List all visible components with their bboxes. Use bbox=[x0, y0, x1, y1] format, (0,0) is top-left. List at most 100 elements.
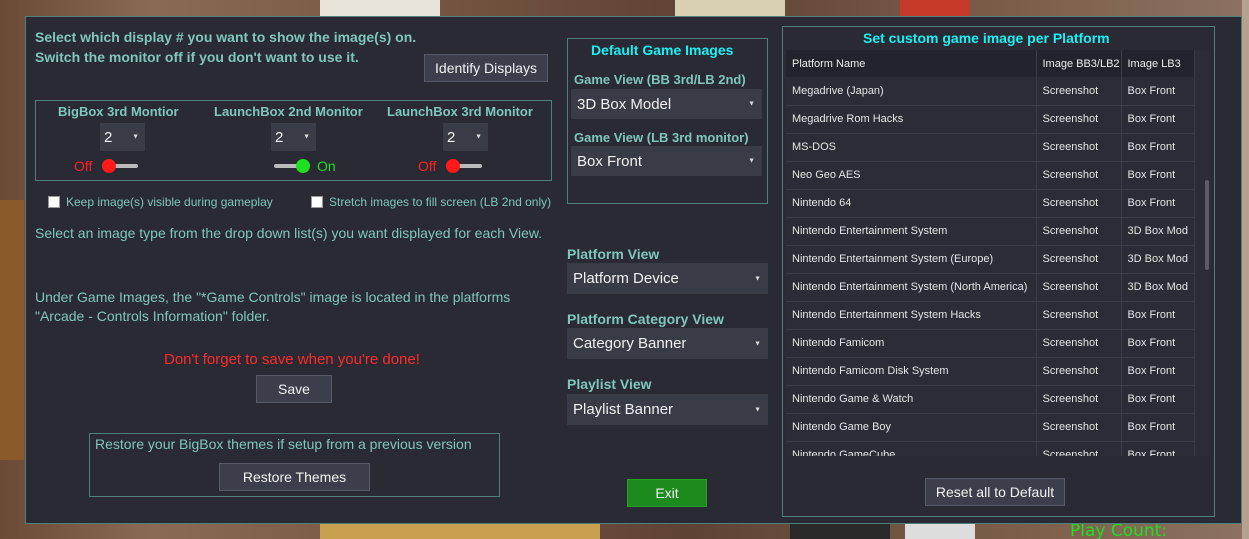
display-instruction-2: Switch the monitor off if you don't want… bbox=[35, 49, 359, 65]
save-button[interactable]: Save bbox=[256, 375, 332, 403]
image-lb3-cell[interactable]: Box Front bbox=[1121, 441, 1195, 456]
image-bb3-cell[interactable]: Screenshot bbox=[1036, 77, 1122, 106]
image-lb3-cell[interactable]: Box Front bbox=[1121, 189, 1195, 218]
platform-name-cell: Nintendo Famicom bbox=[786, 329, 1037, 358]
platform-name-cell: Nintendo Entertainment System (North Ame… bbox=[786, 273, 1037, 302]
monitor-state-label-off: Off bbox=[418, 158, 437, 174]
category-view-label: Platform Category View bbox=[567, 311, 724, 327]
identify-displays-button[interactable]: Identify Displays bbox=[424, 54, 548, 82]
platform-view-select[interactable]: Platform Device ▼ bbox=[567, 263, 768, 294]
keep-visible-label: Keep image(s) visible during gameplay bbox=[66, 195, 273, 209]
image-lb3-cell[interactable]: 3D Box Mod bbox=[1121, 273, 1195, 302]
game-controls-info: Under Game Images, the "*Game Controls" … bbox=[35, 289, 511, 324]
background-box-art-top bbox=[320, 0, 440, 16]
monitor-select-value: 2 bbox=[275, 128, 284, 146]
image-lb3-cell[interactable]: Box Front bbox=[1121, 385, 1195, 414]
default-game-images-title: Default Game Images bbox=[591, 42, 734, 58]
table-row[interactable]: Nintendo Game Boy Screenshot Box Front bbox=[786, 413, 1195, 442]
image-bb3-cell[interactable]: Screenshot bbox=[1036, 245, 1122, 274]
save-warning: Don't forget to save when you're done! bbox=[164, 351, 420, 368]
table-row[interactable]: Nintendo Entertainment System Hacks Scree… bbox=[786, 301, 1195, 330]
restore-label: Restore your BigBox themes if setup from… bbox=[95, 436, 472, 452]
image-lb3-cell[interactable]: 3D Box Mod bbox=[1121, 245, 1195, 274]
chevron-down-icon: ▼ bbox=[754, 340, 761, 347]
image-bb3-cell[interactable]: Screenshot bbox=[1036, 273, 1122, 302]
background-box-art-bottom bbox=[320, 524, 600, 539]
toggle-knob bbox=[446, 159, 460, 173]
image-lb3-cell[interactable]: Box Front bbox=[1121, 329, 1195, 358]
chevron-down-icon: ▼ bbox=[303, 133, 310, 141]
monitor-select-value: 2 bbox=[104, 128, 113, 146]
table-row[interactable]: Nintendo Entertainment System (North Ame… bbox=[786, 273, 1195, 302]
image-bb3-cell[interactable]: Screenshot bbox=[1036, 301, 1122, 330]
image-bb3-cell[interactable]: Screenshot bbox=[1036, 329, 1122, 358]
image-bb3-cell[interactable]: Screenshot bbox=[1036, 413, 1122, 442]
image-bb3-cell[interactable]: Screenshot bbox=[1036, 357, 1122, 386]
restore-themes-button[interactable]: Restore Themes bbox=[219, 463, 370, 491]
background-box-art-left bbox=[0, 200, 24, 460]
game-view-bb-select[interactable]: 3D Box Model ▼ bbox=[571, 89, 762, 119]
image-bb3-cell[interactable]: Screenshot bbox=[1036, 133, 1122, 162]
platform-name-cell: Megadrive (Japan) bbox=[786, 77, 1037, 106]
table-row[interactable]: Nintendo Game & Watch Screenshot Box Front bbox=[786, 385, 1195, 414]
monitor-select-launchbox-3rd[interactable]: 2 ▼ bbox=[443, 123, 488, 151]
chevron-down-icon: ▼ bbox=[754, 275, 761, 282]
keep-visible-checkbox[interactable] bbox=[48, 196, 60, 208]
monitor-toggle-launchbox-2nd[interactable] bbox=[274, 159, 310, 173]
column-header-image-bb3[interactable]: Image BB3/LB2 bbox=[1036, 50, 1122, 77]
image-lb3-cell[interactable]: Box Front bbox=[1121, 301, 1195, 330]
grid-scrollbar-thumb[interactable] bbox=[1205, 180, 1209, 270]
background-box-art-bottom2 bbox=[790, 524, 890, 539]
game-view-lb-select[interactable]: Box Front ▼ bbox=[571, 146, 762, 176]
image-bb3-cell[interactable]: Screenshot bbox=[1036, 217, 1122, 246]
stretch-images-checkbox[interactable] bbox=[311, 196, 323, 208]
toggle-knob bbox=[296, 159, 310, 173]
image-lb3-cell[interactable]: Box Front bbox=[1121, 161, 1195, 190]
grid-scrollbar[interactable] bbox=[1203, 50, 1211, 456]
table-row[interactable]: Megadrive (Japan) Screenshot Box Front bbox=[786, 77, 1195, 106]
platform-view-value: Platform Device bbox=[573, 270, 679, 287]
table-row[interactable]: Nintendo GameCube Screenshot Box Front bbox=[786, 441, 1195, 456]
image-lb3-cell[interactable]: Box Front bbox=[1121, 413, 1195, 442]
image-bb3-cell[interactable]: Screenshot bbox=[1036, 441, 1122, 456]
image-bb3-cell[interactable]: Screenshot bbox=[1036, 161, 1122, 190]
game-view-lb-value: Box Front bbox=[577, 152, 643, 170]
table-row[interactable]: Neo Geo AES Screenshot Box Front bbox=[786, 161, 1195, 190]
table-row[interactable]: MS-DOS Screenshot Box Front bbox=[786, 133, 1195, 162]
monitor-toggle-launchbox-3rd[interactable] bbox=[446, 159, 482, 173]
image-lb3-cell[interactable]: 3D Box Mod bbox=[1121, 217, 1195, 246]
monitor-state-label-on: On bbox=[317, 158, 336, 174]
monitor-select-launchbox-2nd[interactable]: 2 ▼ bbox=[271, 123, 316, 151]
reset-all-button[interactable]: Reset all to Default bbox=[925, 478, 1065, 506]
table-row[interactable]: Megadrive Rom Hacks Screenshot Box Front bbox=[786, 105, 1195, 134]
platform-name-cell: Nintendo 64 bbox=[786, 189, 1037, 218]
background-box-art-right bbox=[1242, 0, 1249, 539]
image-bb3-cell[interactable]: Screenshot bbox=[1036, 105, 1122, 134]
image-lb3-cell[interactable]: Box Front bbox=[1121, 77, 1195, 106]
default-game-images-group bbox=[567, 38, 768, 204]
image-lb3-cell[interactable]: Box Front bbox=[1121, 133, 1195, 162]
image-bb3-cell[interactable]: Screenshot bbox=[1036, 189, 1122, 218]
chevron-down-icon: ▼ bbox=[475, 133, 482, 141]
playlist-view-select[interactable]: Playlist Banner ▼ bbox=[567, 394, 768, 425]
platform-name-cell: Nintendo Entertainment System (Europe) bbox=[786, 245, 1037, 274]
select-image-info: Select an image type from the drop down … bbox=[35, 225, 543, 241]
column-header-image-lb3[interactable]: Image LB3 bbox=[1121, 50, 1195, 77]
table-row[interactable]: Nintendo 64 Screenshot Box Front bbox=[786, 189, 1195, 218]
exit-button[interactable]: Exit bbox=[627, 479, 707, 507]
monitor-label-bigbox-3rd: BigBox 3rd Montior bbox=[58, 104, 179, 119]
table-row[interactable]: Nintendo Famicom Screenshot Box Front bbox=[786, 329, 1195, 358]
image-lb3-cell[interactable]: Box Front bbox=[1121, 105, 1195, 134]
monitor-label-launchbox-3rd: LaunchBox 3rd Monitor bbox=[387, 104, 533, 119]
category-view-select[interactable]: Category Banner ▼ bbox=[567, 328, 768, 359]
category-view-value: Category Banner bbox=[573, 335, 687, 352]
monitor-toggle-bigbox-3rd[interactable] bbox=[102, 159, 138, 173]
settings-dialog: Select which display # you want to show … bbox=[25, 16, 1242, 524]
table-row[interactable]: Nintendo Entertainment System (Europe) Sc… bbox=[786, 245, 1195, 274]
image-lb3-cell[interactable]: Box Front bbox=[1121, 357, 1195, 386]
image-bb3-cell[interactable]: Screenshot bbox=[1036, 385, 1122, 414]
table-row[interactable]: Nintendo Entertainment System Screenshot 3… bbox=[786, 217, 1195, 246]
column-header-platform[interactable]: Platform Name bbox=[786, 50, 1037, 77]
table-row[interactable]: Nintendo Famicom Disk System Screenshot Bo… bbox=[786, 357, 1195, 386]
monitor-select-bigbox-3rd[interactable]: 2 ▼ bbox=[100, 123, 145, 151]
